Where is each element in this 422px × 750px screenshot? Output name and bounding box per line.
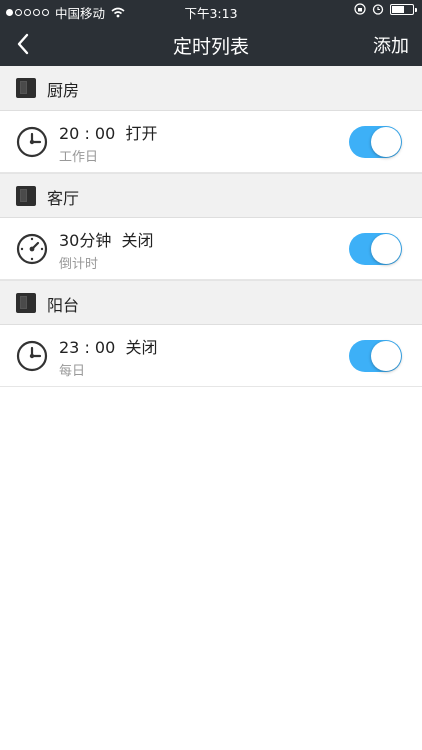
status-bar: 中国移动 下午3:13 <box>0 0 422 22</box>
section-label: 客厅 <box>47 189 80 208</box>
timer-repeat: 倒计时 <box>59 257 99 272</box>
device-icon <box>16 186 36 206</box>
timer-repeat: 每日 <box>59 364 86 379</box>
countdown-icon <box>16 233 48 265</box>
timer-time: 23 : 00 关闭 <box>59 338 158 357</box>
clock-icon <box>16 126 48 158</box>
timer-row[interactable]: 23 : 00 关闭 每日 <box>0 325 422 387</box>
timer-toggle[interactable] <box>349 233 402 265</box>
battery-icon <box>390 3 417 15</box>
timer-repeat: 工作日 <box>59 150 99 165</box>
timer-toggle[interactable] <box>349 340 402 372</box>
device-icon <box>16 78 36 98</box>
section-header-living-room: 客厅 <box>0 173 422 218</box>
timer-toggle[interactable] <box>349 126 402 158</box>
add-button[interactable]: 添加 <box>373 32 409 58</box>
app-header: 中国移动 下午3:13 定时列表 添加 <box>0 0 422 66</box>
section-header-kitchen: 厨房 <box>0 66 422 111</box>
timer-time: 30分钟 关闭 <box>59 231 154 250</box>
timer-row[interactable]: 30分钟 关闭 倒计时 <box>0 218 422 280</box>
nav-bar: 定时列表 添加 <box>0 22 422 66</box>
status-right <box>354 3 417 15</box>
section-header-balcony: 阳台 <box>0 280 422 325</box>
timer-row[interactable]: 20 : 00 打开 工作日 <box>0 111 422 173</box>
section-label: 厨房 <box>47 81 80 100</box>
alarm-icon <box>372 4 384 15</box>
page-title: 定时列表 <box>172 36 249 58</box>
device-icon <box>16 293 36 313</box>
clock-icon <box>16 340 48 372</box>
timer-time: 20 : 00 打开 <box>59 124 158 143</box>
timer-list: 厨房 20 : 00 打开 工作日 客厅 30分钟 关闭 倒计时 阳台 23:… <box>0 66 422 387</box>
rotation-lock-icon <box>354 3 366 15</box>
section-label: 阳台 <box>47 296 80 315</box>
